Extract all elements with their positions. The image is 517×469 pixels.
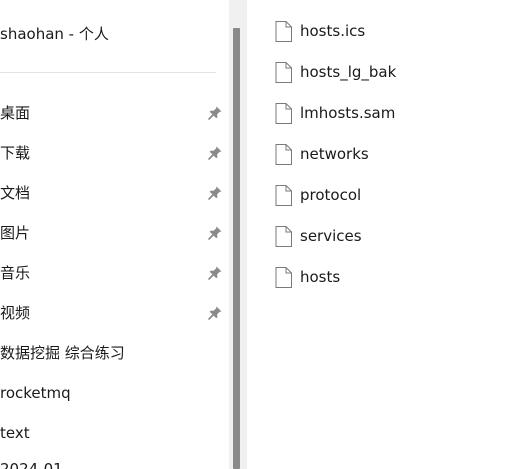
file-icon bbox=[275, 21, 292, 42]
nav-item-desktop[interactable]: 桌面 bbox=[0, 93, 229, 133]
file-row-hosts-ics[interactable]: hosts.ics bbox=[247, 11, 507, 52]
file-row-networks[interactable]: networks bbox=[247, 134, 507, 175]
nav-item-text[interactable]: text bbox=[0, 413, 229, 453]
file-name: protocol bbox=[300, 186, 362, 204]
nav-scrollbar-thumb[interactable] bbox=[233, 28, 240, 469]
pin-icon[interactable] bbox=[207, 265, 223, 281]
nav-item-videos[interactable]: 视频 bbox=[0, 293, 229, 333]
nav-item-partial[interactable]: 2024-01 bbox=[0, 461, 63, 469]
file-list: hosts.ics hosts_lg_bak lmhosts.sam netwo… bbox=[247, 11, 507, 298]
file-icon bbox=[275, 103, 292, 124]
navigation-pane: shaohan - 个人 桌面 下载 文档 图片 音乐 视频 数据挖掘 综合练习… bbox=[0, 0, 229, 469]
file-row-protocol[interactable]: protocol bbox=[247, 175, 507, 216]
file-name: hosts.ics bbox=[300, 22, 366, 40]
nav-header-label: shaohan - 个人 bbox=[0, 25, 109, 43]
nav-item-label: text bbox=[0, 424, 30, 442]
file-row-lmhosts-sam[interactable]: lmhosts.sam bbox=[247, 93, 507, 134]
nav-item-documents[interactable]: 文档 bbox=[0, 173, 229, 213]
nav-item-label: 桌面 bbox=[0, 104, 31, 122]
file-name: hosts bbox=[300, 268, 341, 286]
nav-item-data-mining[interactable]: 数据挖掘 综合练习 bbox=[0, 333, 229, 373]
pin-icon[interactable] bbox=[207, 105, 223, 121]
nav-item-home[interactable]: shaohan - 个人 bbox=[0, 22, 109, 46]
nav-item-rocketmq[interactable]: rocketmq bbox=[0, 373, 229, 413]
nav-divider bbox=[0, 72, 216, 73]
pin-icon[interactable] bbox=[207, 185, 223, 201]
content-pane: hosts.ics hosts_lg_bak lmhosts.sam netwo… bbox=[247, 0, 517, 469]
nav-item-label: 视频 bbox=[0, 304, 31, 322]
file-row-services[interactable]: services bbox=[247, 216, 507, 257]
nav-item-label: 音乐 bbox=[0, 264, 31, 282]
nav-item-music[interactable]: 音乐 bbox=[0, 253, 229, 293]
file-row-hosts[interactable]: hosts bbox=[247, 257, 507, 298]
nav-item-label: rocketmq bbox=[0, 384, 71, 402]
nav-item-label: 图片 bbox=[0, 224, 31, 242]
file-icon bbox=[275, 144, 292, 165]
nav-item-downloads[interactable]: 下载 bbox=[0, 133, 229, 173]
file-icon bbox=[275, 62, 292, 83]
file-icon bbox=[275, 185, 292, 206]
nav-item-label: 文档 bbox=[0, 184, 31, 202]
pin-icon[interactable] bbox=[207, 305, 223, 321]
file-icon bbox=[275, 267, 292, 288]
file-name: services bbox=[300, 227, 362, 245]
file-name: networks bbox=[300, 145, 369, 163]
file-icon bbox=[275, 226, 292, 247]
nav-item-label: 数据挖掘 综合练习 bbox=[0, 344, 125, 362]
nav-item-label: 2024-01 bbox=[0, 460, 63, 469]
file-explorer-window: shaohan - 个人 桌面 下载 文档 图片 音乐 视频 数据挖掘 综合练习… bbox=[0, 0, 517, 469]
file-row-hosts-lg-bak[interactable]: hosts_lg_bak bbox=[247, 52, 507, 93]
pin-icon[interactable] bbox=[207, 145, 223, 161]
quick-access-list: 桌面 下载 文档 图片 音乐 视频 数据挖掘 综合练习 rocketmq tex… bbox=[0, 93, 229, 453]
pin-icon[interactable] bbox=[207, 225, 223, 241]
nav-item-label: 下载 bbox=[0, 144, 31, 162]
file-name: hosts_lg_bak bbox=[300, 63, 397, 81]
file-name: lmhosts.sam bbox=[300, 104, 396, 122]
nav-item-pictures[interactable]: 图片 bbox=[0, 213, 229, 253]
